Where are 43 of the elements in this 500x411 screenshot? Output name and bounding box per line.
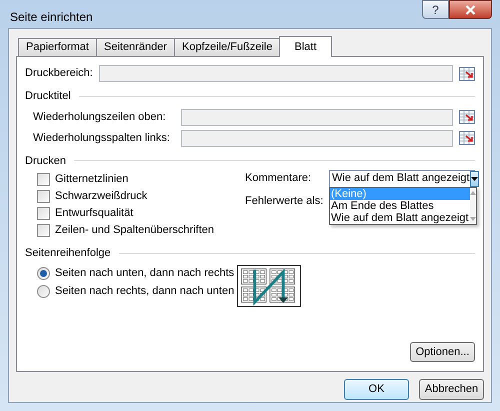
checkbox-label: Gitternetzlinien <box>55 172 128 188</box>
close-button[interactable] <box>449 0 492 19</box>
scroll-down-icon[interactable] <box>470 217 476 221</box>
field-label: Fehlerwerte als: <box>245 194 324 210</box>
range-select-icon[interactable] <box>459 110 475 124</box>
field-label: Wiederholungsspalten links: <box>33 130 171 146</box>
radio-label: Seiten nach rechts, dann nach unten <box>55 284 234 300</box>
field-label: Wiederholungszeilen oben: <box>33 110 167 125</box>
checkbox-label: Schwarzweißdruck <box>55 189 148 204</box>
checkbox[interactable] <box>37 173 50 186</box>
checkbox[interactable] <box>37 207 50 220</box>
field-label: Kommentare: <box>245 171 312 186</box>
tab[interactable]: Kopfzeile/Fußzeile <box>174 38 280 56</box>
tab[interactable]: Seitenränder <box>96 38 175 56</box>
radio-label: Seiten nach unten, dann nach rechts <box>55 266 234 282</box>
dropdown-option[interactable]: Wie auf dem Blatt angezeigt <box>330 212 470 224</box>
radio-button[interactable] <box>37 267 50 280</box>
section-heading: Drucktitel <box>25 89 71 104</box>
section-heading: Seitenreihenfolge <box>25 246 111 261</box>
scrollbar[interactable] <box>470 188 476 224</box>
section-heading: Drucken <box>25 154 66 168</box>
reference-field[interactable] <box>181 130 453 146</box>
field-label: Druckbereich: <box>25 66 93 82</box>
tab[interactable]: Papierformat <box>18 38 97 56</box>
help-button[interactable]: ? <box>422 0 449 19</box>
checkbox-label: Zeilen- und Spaltenüberschriften <box>55 223 214 238</box>
range-select-icon[interactable] <box>459 66 475 80</box>
reference-field[interactable] <box>181 108 453 126</box>
checkbox[interactable] <box>37 190 50 203</box>
dropdown-option[interactable]: Am Ende des Blattes <box>330 200 470 212</box>
options-button[interactable]: Optionen... <box>410 342 475 362</box>
close-icon <box>465 4 476 14</box>
radio-button[interactable] <box>37 285 50 298</box>
page-order-drawing <box>237 264 301 306</box>
window-title: Seite einrichten <box>10 9 93 26</box>
dialog-button[interactable]: Abbrechen <box>419 379 484 400</box>
dialog-button[interactable]: OK <box>344 379 409 400</box>
range-select-icon[interactable] <box>459 131 475 145</box>
tab[interactable]: Blatt <box>279 36 332 57</box>
scroll-up-icon[interactable] <box>470 191 476 195</box>
checkbox-label: Entwurfsqualität <box>55 206 134 222</box>
reference-field[interactable] <box>98 65 453 82</box>
checkbox[interactable] <box>37 224 50 237</box>
